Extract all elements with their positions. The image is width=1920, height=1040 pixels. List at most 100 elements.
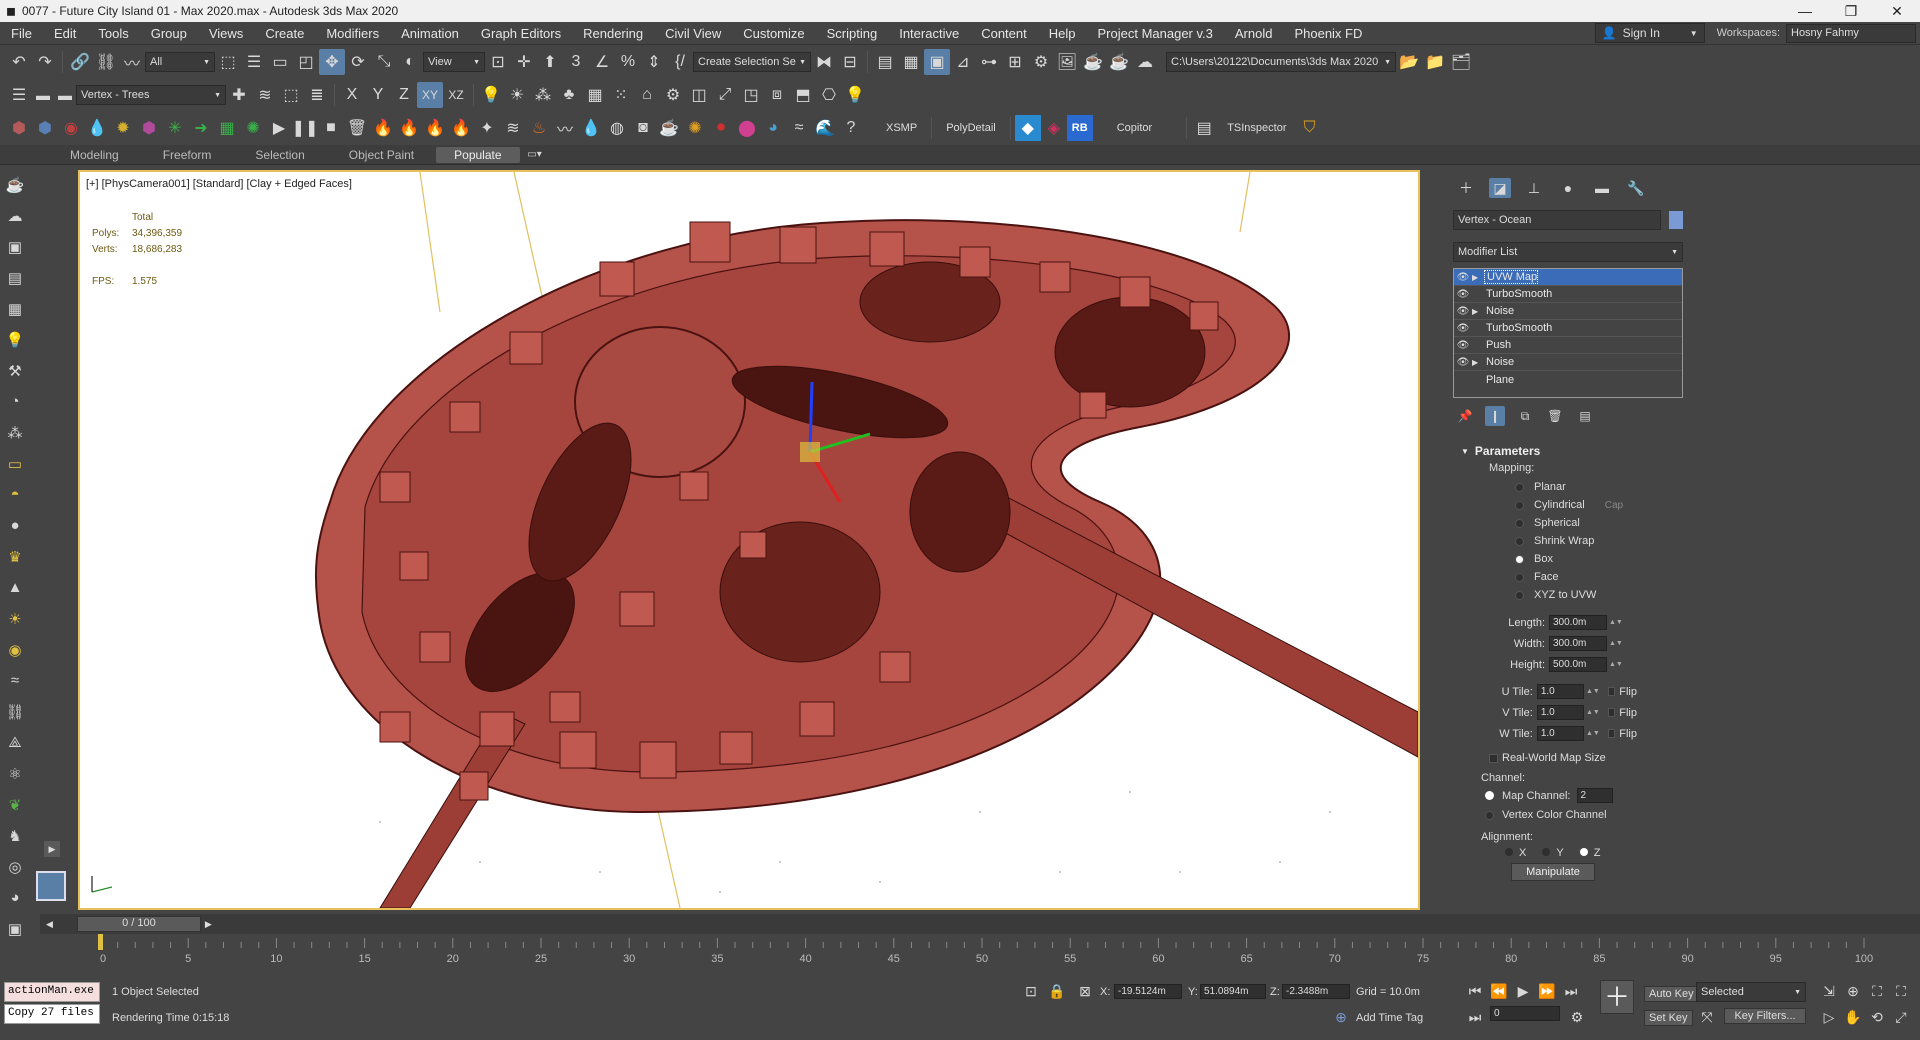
material-editor-icon[interactable]: ⊞ <box>1002 49 1028 75</box>
axis-xz-button[interactable]: XZ <box>443 82 469 108</box>
render-in-cloud-icon[interactable]: ☁ <box>1132 49 1158 75</box>
xsmp-button[interactable]: XSMP <box>876 122 927 134</box>
length-spinner[interactable]: Length: 300.0m ▲▼ <box>1489 612 1637 633</box>
frame-icon[interactable]: ◳ <box>738 82 764 108</box>
align-z-radio[interactable]: Z <box>1579 847 1600 859</box>
map-channel-value[interactable]: 2 <box>1576 788 1613 803</box>
create-layer-icon[interactable]: ✚ <box>226 82 252 108</box>
ribbon-options-icon[interactable]: ▭▾ <box>520 142 550 168</box>
table-icon[interactable]: ▦ <box>2 293 28 324</box>
tab-selection[interactable]: Selection <box>233 148 326 162</box>
set-current-layer-icon[interactable]: ≣ <box>304 82 330 108</box>
resize-icon[interactable]: ⤢ <box>712 82 738 108</box>
select-object-icon[interactable]: ⬚ <box>215 49 241 75</box>
radio-shrink-wrap[interactable]: Shrink Wrap <box>1489 532 1637 550</box>
height-spinner[interactable]: Height: 500.0m ▲▼ <box>1489 654 1637 675</box>
expand-arrow-icon[interactable]: ▶ <box>1472 307 1484 316</box>
width-spinner[interactable]: Width: 300.0m ▲▼ <box>1489 633 1637 654</box>
particle-icon[interactable]: ⁂ <box>530 82 556 108</box>
show-end-result-icon[interactable]: ❙ <box>1485 406 1505 426</box>
zoom-extents-icon[interactable]: ⛶ <box>1866 978 1888 1004</box>
eye-icon[interactable]: 👁 <box>1454 272 1472 283</box>
undo-icon[interactable]: ↶ <box>6 49 32 75</box>
rectangular-selection-icon[interactable]: ▭ <box>267 49 293 75</box>
browse-project-icon[interactable]: 🗂 <box>1448 49 1474 75</box>
pin-stack-icon[interactable]: 📌 <box>1455 406 1475 426</box>
bulb-icon[interactable]: 💡 <box>842 82 868 108</box>
menu-group[interactable]: Group <box>140 26 198 41</box>
angle-snap-icon[interactable]: ∠ <box>589 49 615 75</box>
foam-icon[interactable]: ◍ <box>604 115 630 141</box>
inspector-icon[interactable]: ▤ <box>1191 115 1217 141</box>
globe-icon[interactable]: ◕ <box>760 115 786 141</box>
hierarchy-tab-icon[interactable]: ⊥ <box>1523 178 1545 198</box>
spray-icon[interactable]: ✦ <box>474 115 500 141</box>
water-drop-icon[interactable]: 💧 <box>84 115 110 141</box>
window-crossing-icon[interactable]: ◰ <box>293 49 319 75</box>
horse-icon[interactable]: ♞ <box>2 820 28 851</box>
grid-object-icon[interactable]: ▦ <box>582 82 608 108</box>
shield-icon[interactable]: ⛉ <box>1297 115 1323 141</box>
u-tile-spinner[interactable]: U Tile: 1.0 ▲▼ Flip <box>1489 681 1637 702</box>
add-to-layer-icon[interactable]: ≋ <box>252 82 278 108</box>
select-manipulate-icon[interactable]: ⬆ <box>537 49 563 75</box>
maxscript-input-line[interactable]: Copy 27 files <box>4 1004 100 1024</box>
redo-icon[interactable]: ↷ <box>32 49 58 75</box>
layer-explorer-icon[interactable]: ▦ <box>898 49 924 75</box>
length-value[interactable]: 300.0m <box>1549 615 1607 630</box>
record-icon[interactable]: ⏺ <box>708 115 734 141</box>
sun-small-icon[interactable]: ☀ <box>2 603 28 634</box>
vertex-color-channel-row[interactable]: Vertex Color Channel <box>1485 809 1637 821</box>
zoom-extents-all-icon[interactable]: ⛶ <box>1890 978 1912 1004</box>
mf-icon[interactable]: ◎ <box>2 851 28 882</box>
ocean-icon[interactable]: ≈ <box>786 115 812 141</box>
bind-space-warp-icon[interactable]: 〰 <box>119 49 145 75</box>
auto-key-button[interactable]: Auto Key <box>1644 986 1699 1002</box>
stack-item-plane[interactable]: Plane <box>1454 371 1682 388</box>
pink-icon[interactable]: ⬤ <box>734 115 760 141</box>
previous-frame-icon[interactable]: ⏪ <box>1488 978 1510 1004</box>
menu-graph-editors[interactable]: Graph Editors <box>470 26 572 41</box>
tsinspector-button[interactable]: TSInspector <box>1217 122 1296 134</box>
close-button[interactable]: ✕ <box>1874 3 1920 20</box>
water-icon[interactable]: ≈ <box>2 665 28 696</box>
polydetail-button[interactable]: PolyDetail <box>936 122 1006 134</box>
key-filters-button[interactable]: Key Filters... <box>1724 1008 1806 1024</box>
link-icon[interactable]: 🔗 <box>67 49 93 75</box>
next-frame-arrow-icon[interactable]: ▶ <box>205 919 212 930</box>
select-in-layer-icon[interactable]: ⬚ <box>278 82 304 108</box>
move-icon[interactable]: ✥ <box>319 49 345 75</box>
minimize-button[interactable]: — <box>1782 3 1828 20</box>
new-project-icon[interactable]: 📁 <box>1422 49 1448 75</box>
keyboard-shortcut-override-icon[interactable]: ✛ <box>511 49 537 75</box>
menu-project-manager[interactable]: Project Manager v.3 <box>1087 26 1224 41</box>
camera-icon[interactable]: ⎔ <box>816 82 842 108</box>
select-by-name-icon[interactable]: ☰ <box>241 49 267 75</box>
trash-icon[interactable]: 🗑 <box>344 115 370 141</box>
help-icon[interactable]: ? <box>838 115 864 141</box>
z-coord-field[interactable]: -2.3488m <box>1282 984 1350 999</box>
key-filter-icon[interactable]: ⤧ <box>1696 1004 1718 1030</box>
menu-file[interactable]: File <box>0 26 43 41</box>
viewport-icon[interactable]: ◫ <box>686 82 712 108</box>
axis-z-button[interactable]: Z <box>391 82 417 108</box>
unlink-icon[interactable]: ⛓ <box>93 49 119 75</box>
y-coord-field[interactable]: 51.0894m <box>1200 984 1266 999</box>
menu-modifiers[interactable]: Modifiers <box>315 26 390 41</box>
isolate-selection-icon[interactable]: ⊡ <box>1020 978 1042 1004</box>
tab-object-paint[interactable]: Object Paint <box>327 148 436 162</box>
eye-icon[interactable]: 👁 <box>1454 357 1472 368</box>
light-bulb-icon[interactable]: 💡 <box>2 324 28 355</box>
utilities-tab-icon[interactable]: 🔧 <box>1625 178 1647 198</box>
group-icon[interactable]: ⁂ <box>2 417 28 448</box>
lock-icon[interactable]: 🔒 <box>1046 978 1068 1004</box>
lamp-icon[interactable]: ⌂ <box>634 82 660 108</box>
key-selection-dropdown[interactable]: Selected ▼ <box>1696 982 1806 1002</box>
add-time-tag-button[interactable]: Add Time Tag <box>1356 1012 1423 1024</box>
prev-frame-arrow-icon[interactable]: ◀ <box>46 919 53 930</box>
percent-snap-icon[interactable]: % <box>615 49 641 75</box>
viewport-layout-icon[interactable] <box>36 871 66 901</box>
menu-phoenix-fd[interactable]: Phoenix FD <box>1283 26 1373 41</box>
menu-scripting[interactable]: Scripting <box>816 26 889 41</box>
project-folder-icon[interactable]: 📂 <box>1396 49 1422 75</box>
